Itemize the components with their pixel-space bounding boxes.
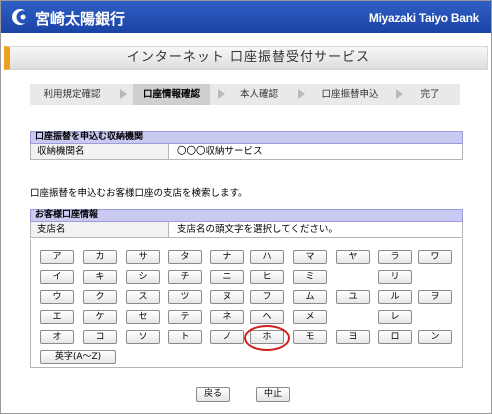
kana-button[interactable]: サ (126, 250, 160, 264)
kana-button[interactable]: シ (126, 270, 160, 284)
kana-button[interactable]: ロ (378, 330, 412, 344)
step-arrow-icon (298, 89, 305, 99)
kana-button[interactable]: ン (418, 330, 452, 344)
kana-button[interactable]: ス (126, 290, 160, 304)
instruction-text: 口座振替を申込むお客様口座の支店を検索します。 (30, 188, 248, 199)
bank-name: 宮崎太陽銀行 (35, 10, 126, 28)
kana-button[interactable]: ウ (40, 290, 74, 304)
kana-button[interactable]: ネ (210, 310, 244, 324)
kana-button[interactable]: ヒ (250, 270, 284, 284)
kana-button[interactable]: ア (40, 250, 74, 264)
step-arrow-icon (396, 89, 403, 99)
institution-label: 収納機関名 (31, 144, 169, 159)
highlight-circle (244, 325, 290, 351)
step-identity: 本人確認 (239, 89, 278, 100)
kana-button[interactable]: ク (83, 290, 117, 304)
kana-button[interactable]: エ (40, 310, 74, 324)
alphabet-button[interactable]: 英字(A～Z) (40, 350, 116, 364)
institution-value: 〇〇〇収納サービス (177, 146, 263, 157)
page-title: インターネット 口座振替受付サービス (4, 46, 488, 70)
kana-button[interactable]: ヌ (210, 290, 244, 304)
kana-button[interactable]: ミ (293, 270, 327, 284)
kana-button[interactable]: モ (293, 330, 327, 344)
kana-button[interactable]: テ (168, 310, 202, 324)
kana-button[interactable]: ワ (418, 250, 452, 264)
step-arrow-icon (120, 89, 127, 99)
kana-button[interactable]: レ (378, 310, 412, 324)
kana-button[interactable]: タ (168, 250, 202, 264)
account-section-heading: お客様口座情報 (30, 209, 463, 222)
kana-button[interactable]: コ (83, 330, 117, 344)
institution-row: 収納機関名 〇〇〇収納サービス (30, 144, 463, 160)
kana-button[interactable]: マ (293, 250, 327, 264)
kana-button[interactable]: メ (293, 310, 327, 324)
kana-button[interactable]: キ (83, 270, 117, 284)
kana-button[interactable]: カ (83, 250, 117, 264)
kana-button[interactable]: ケ (83, 310, 117, 324)
branch-value: 支店名の頭文字を選択してください。 (177, 224, 338, 235)
progress-steps: 利用規定確認 口座情報確認 本人確認 口座振替申込 完了 (30, 84, 460, 105)
kana-button[interactable]: セ (126, 310, 160, 324)
branch-row: 支店名 支店名の頭文字を選択してください。 (30, 222, 463, 238)
kana-button[interactable]: ソ (126, 330, 160, 344)
branch-label: 支店名 (31, 222, 169, 237)
bank-header: 宮崎太陽銀行 Miyazaki Taiyo Bank (1, 1, 491, 33)
kana-button[interactable]: オ (40, 330, 74, 344)
kana-button[interactable]: ヨ (336, 330, 370, 344)
kana-button[interactable]: チ (168, 270, 202, 284)
sun-crescent-logo-icon (12, 9, 30, 25)
kana-button[interactable]: ラ (378, 250, 412, 264)
cancel-button[interactable]: 中止 (256, 387, 290, 402)
kana-button[interactable]: ム (293, 290, 327, 304)
step-arrow-icon (218, 89, 225, 99)
kana-button[interactable]: ユ (336, 290, 370, 304)
bank-name-en: Miyazaki Taiyo Bank (368, 11, 479, 25)
kana-button[interactable]: ヲ (418, 290, 452, 304)
kana-button[interactable]: ノ (210, 330, 244, 344)
kana-button[interactable]: フ (250, 290, 284, 304)
kana-button[interactable]: ナ (210, 250, 244, 264)
institution-section-heading: 口座振替を申込む収納機関 (30, 131, 463, 144)
kana-button[interactable]: イ (40, 270, 74, 284)
kana-button[interactable]: ニ (210, 270, 244, 284)
kana-button[interactable]: リ (378, 270, 412, 284)
kana-button[interactable]: ト (168, 330, 202, 344)
step-complete: 完了 (420, 89, 440, 100)
step-account-info: 口座情報確認 (133, 84, 210, 105)
back-button[interactable]: 戻る (196, 387, 230, 402)
kana-button[interactable]: ヤ (336, 250, 370, 264)
kana-button[interactable]: ル (378, 290, 412, 304)
step-terms: 利用規定確認 (43, 89, 101, 100)
kana-button[interactable]: ツ (168, 290, 202, 304)
kana-button[interactable]: ハ (250, 250, 284, 264)
kana-button[interactable]: ヘ (250, 310, 284, 324)
step-apply: 口座振替申込 (321, 89, 379, 100)
